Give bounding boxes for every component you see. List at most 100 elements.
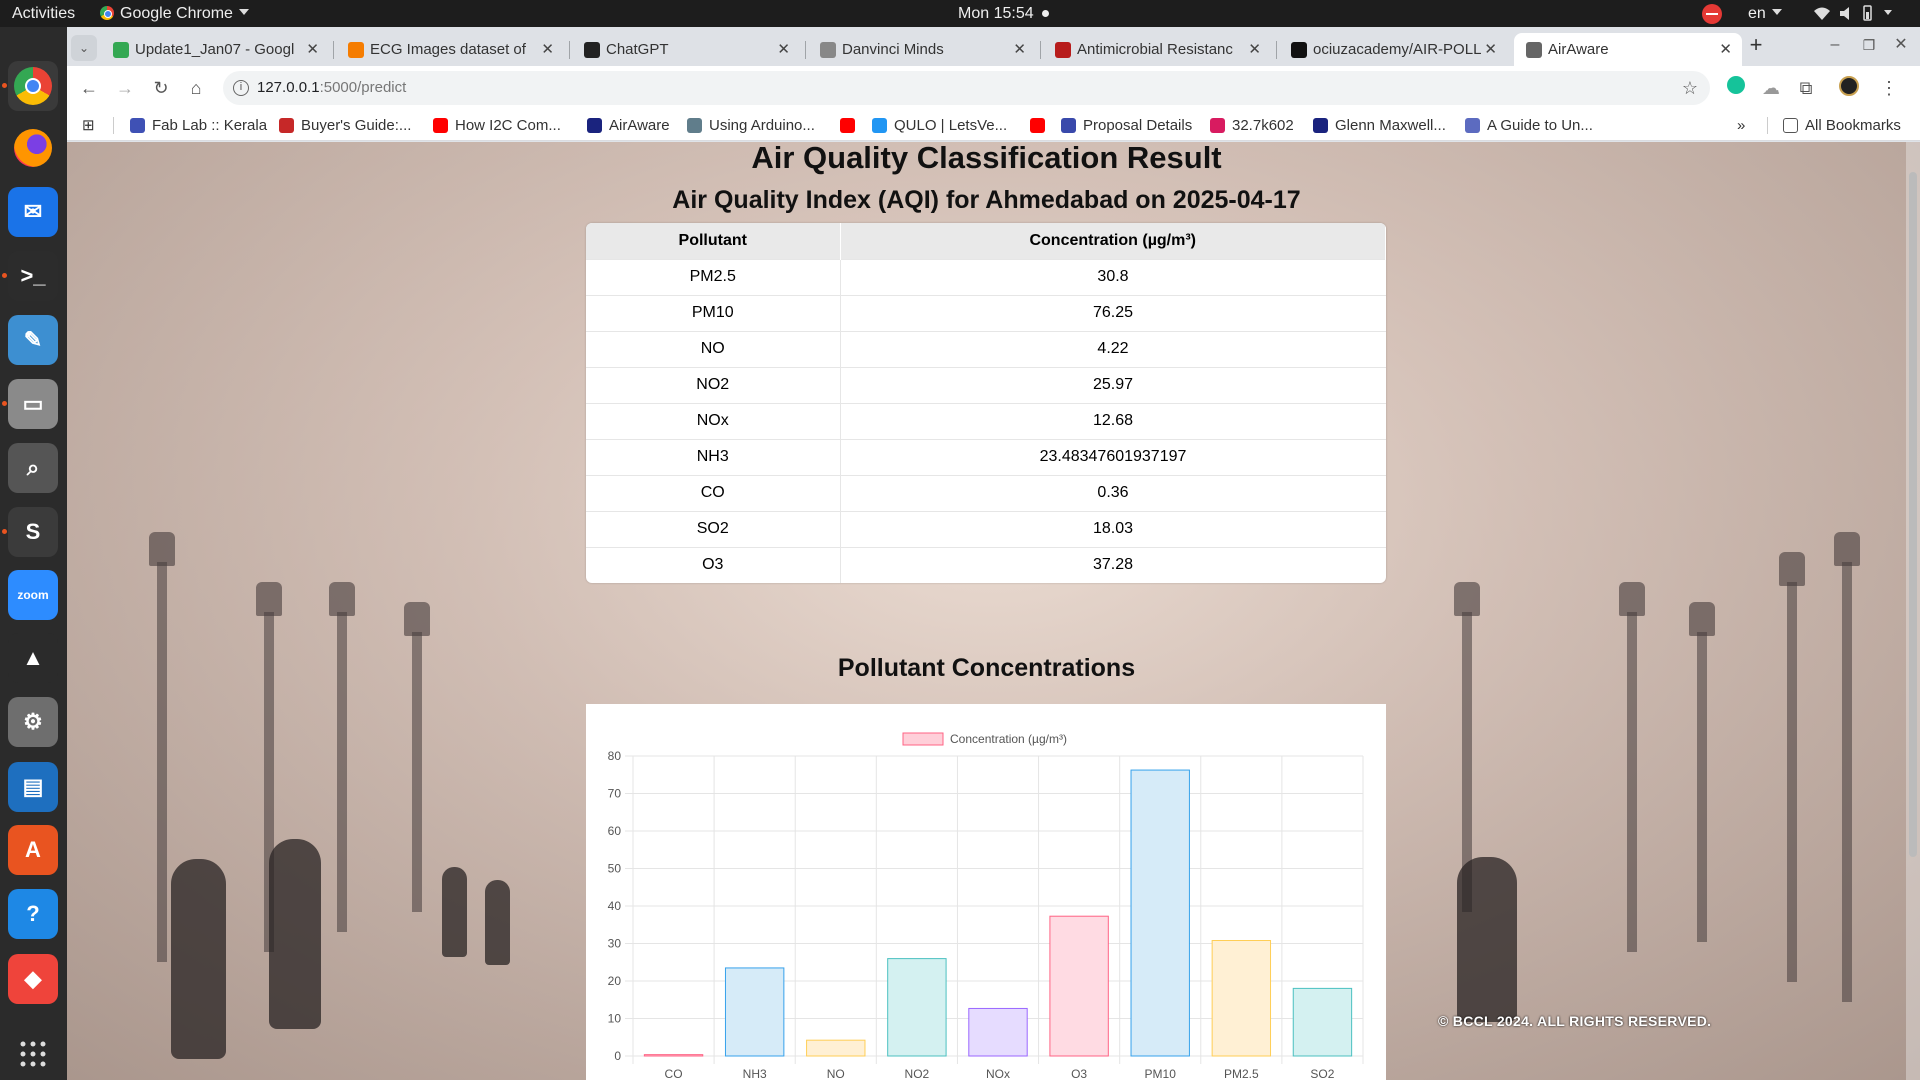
back-button[interactable]: ← bbox=[77, 76, 101, 100]
bookmark-item[interactable]: AirAware bbox=[587, 110, 670, 141]
dock-help-button[interactable]: ? bbox=[8, 889, 58, 939]
table-row: SO2 18.03 bbox=[586, 510, 1386, 547]
bookmark-item[interactable]: Proposal Details bbox=[1061, 110, 1192, 141]
bookmark-favicon-icon bbox=[1465, 118, 1480, 133]
site-info-icon[interactable]: i bbox=[233, 80, 249, 96]
dock-app-center-button[interactable]: A bbox=[8, 825, 58, 875]
show-apps-button[interactable] bbox=[8, 1029, 58, 1079]
table-row: CO 0.36 bbox=[586, 474, 1386, 511]
more-bookmarks-button[interactable]: » bbox=[1737, 110, 1745, 141]
browser-tab[interactable]: Update1_Jan07 - Googl ✕ bbox=[101, 33, 329, 66]
browser-tab[interactable]: ChatGPT ✕ bbox=[572, 33, 800, 66]
gnome-top-bar: Activities Google Chrome Mon 15:54 en bbox=[0, 0, 1920, 27]
dock-writer-button[interactable]: ▤ bbox=[8, 762, 58, 812]
grid-icon bbox=[20, 1041, 46, 1067]
extension-grammarly[interactable] bbox=[1724, 76, 1748, 100]
close-icon[interactable]: ✕ bbox=[1484, 33, 1497, 66]
all-bookmarks-button[interactable]: All Bookmarks bbox=[1783, 110, 1901, 141]
bookmark-label: Buyer's Guide:... bbox=[301, 117, 412, 134]
bar-pm25 bbox=[1211, 940, 1272, 1057]
activities-button[interactable]: Activities bbox=[12, 0, 75, 27]
new-tab-button[interactable]: + bbox=[1744, 33, 1768, 57]
chevron-down-icon bbox=[1771, 9, 1782, 15]
page-scrollbar[interactable] bbox=[1906, 142, 1920, 1080]
input-source-menu[interactable]: en bbox=[1748, 0, 1782, 27]
concentration-cell: 12.68 bbox=[840, 402, 1386, 439]
maximize-button[interactable]: ❐ bbox=[1857, 33, 1881, 57]
bookmark-item[interactable]: Buyer's Guide:... bbox=[279, 110, 411, 141]
bookmark-favicon-icon bbox=[1210, 118, 1225, 133]
tab-search-button[interactable]: ⌄ bbox=[71, 35, 97, 61]
bookmark-favicon-icon bbox=[587, 118, 602, 133]
browser-tab[interactable]: Antimicrobial Resistanc ✕ bbox=[1043, 33, 1271, 66]
image-viewer-icon: ⌕ bbox=[26, 455, 40, 480]
y-tick-label: 50 bbox=[608, 862, 622, 876]
bookmark-item[interactable]: QULO | LetsVe... bbox=[872, 110, 1007, 141]
close-window-button[interactable]: ✕ bbox=[1889, 33, 1913, 57]
forward-button[interactable]: → bbox=[113, 76, 137, 100]
bookmark-item[interactable]: How I2C Com... bbox=[433, 110, 561, 141]
browser-tab[interactable]: ociuzacademy/AIR-POLL ✕ bbox=[1279, 33, 1507, 66]
bookmark-item[interactable]: A Guide to Un... bbox=[1465, 110, 1593, 141]
divider bbox=[1767, 117, 1768, 134]
app-menu[interactable]: Google Chrome bbox=[100, 0, 249, 27]
bookmark-item[interactable] bbox=[1030, 110, 1052, 141]
table-row: NOx 12.68 bbox=[586, 402, 1386, 439]
tab-separator bbox=[1276, 41, 1277, 59]
files-icon: ▭ bbox=[22, 391, 44, 416]
dock-sublime-button[interactable]: S bbox=[8, 507, 58, 557]
app-name: Google Chrome bbox=[120, 5, 233, 22]
close-icon[interactable]: ✕ bbox=[306, 33, 319, 66]
dock-chrome-button[interactable] bbox=[8, 61, 58, 111]
minimize-button[interactable]: – bbox=[1823, 33, 1847, 57]
extension-cloud[interactable]: ☁ bbox=[1759, 76, 1783, 100]
extensions-button[interactable]: ⧉ bbox=[1794, 76, 1818, 100]
page-title: Air Quality Classification Result bbox=[751, 142, 1222, 175]
chrome-menu-button[interactable]: ⋮ bbox=[1877, 76, 1901, 100]
browser-tab[interactable]: ECG Images dataset of ✕ bbox=[336, 33, 564, 66]
thunderbird-icon: ✉ bbox=[23, 199, 43, 224]
dock-files-button[interactable]: ▭ bbox=[8, 379, 58, 429]
bookmark-item[interactable]: Glenn Maxwell... bbox=[1313, 110, 1446, 141]
bookmark-item[interactable]: Fab Lab :: Kerala bbox=[130, 110, 267, 141]
bookmark-item[interactable] bbox=[840, 110, 862, 141]
dock-image-viewer-button[interactable]: ⌕ bbox=[8, 443, 58, 493]
do-not-disturb-icon[interactable] bbox=[1702, 4, 1722, 24]
tab-strip: ⌄ Update1_Jan07 - Googl ✕ ECG Images datas… bbox=[67, 27, 1920, 66]
dock-firefox-button[interactable] bbox=[8, 123, 58, 173]
clock-text: Mon 15:54 bbox=[958, 5, 1034, 22]
dock-thunderbird-button[interactable]: ✉ bbox=[8, 187, 58, 237]
chrome-window: ⌄ Update1_Jan07 - Googl ✕ ECG Images datas… bbox=[67, 27, 1920, 1080]
browser-tab[interactable]: Danvinci Minds ✕ bbox=[808, 33, 1036, 66]
close-icon[interactable]: ✕ bbox=[541, 33, 554, 66]
dock-terminal-button[interactable]: >_ bbox=[8, 251, 58, 301]
bookmark-item[interactable]: 32.7k602 bbox=[1210, 110, 1294, 141]
arrow-left-icon: ← bbox=[80, 78, 98, 98]
profile-avatar[interactable] bbox=[1837, 76, 1861, 100]
close-icon[interactable]: ✕ bbox=[1248, 33, 1261, 66]
bar-pm10 bbox=[1130, 769, 1190, 1057]
system-menu[interactable] bbox=[1812, 0, 1912, 27]
dock-anydesk-button[interactable]: ◆ bbox=[8, 954, 58, 1004]
apps-shortcut[interactable]: ⊞ bbox=[82, 110, 95, 141]
close-icon[interactable]: ✕ bbox=[1013, 33, 1026, 66]
bookmark-item[interactable]: Using Arduino... bbox=[687, 110, 815, 141]
running-indicator bbox=[2, 529, 7, 534]
bar-so2 bbox=[1292, 987, 1353, 1057]
dock-vlc-button[interactable]: ▲ bbox=[8, 633, 58, 683]
browser-tab[interactable]: AirAware ✕ bbox=[1514, 33, 1742, 66]
reload-button[interactable]: ↻ bbox=[149, 76, 173, 100]
home-button[interactable]: ⌂ bbox=[184, 76, 208, 100]
dock-settings-button[interactable]: ⚙ bbox=[8, 697, 58, 747]
dock-zoom-button[interactable]: zoom bbox=[8, 570, 58, 620]
dock-text-editor-button[interactable]: ✎ bbox=[8, 315, 58, 365]
concentration-cell: 76.25 bbox=[840, 294, 1386, 331]
y-tick-label: 10 bbox=[608, 1012, 622, 1026]
x-tick-label: PM10 bbox=[1145, 1067, 1177, 1080]
scrollbar-thumb[interactable] bbox=[1909, 172, 1917, 857]
bookmark-star-icon[interactable]: ☆ bbox=[1682, 71, 1698, 105]
close-icon[interactable]: ✕ bbox=[777, 33, 790, 66]
close-icon[interactable]: ✕ bbox=[1719, 33, 1732, 66]
address-bar[interactable]: i 127.0.0.1:5000/predict ☆ bbox=[223, 71, 1710, 105]
clock[interactable]: Mon 15:54 bbox=[958, 0, 1050, 27]
